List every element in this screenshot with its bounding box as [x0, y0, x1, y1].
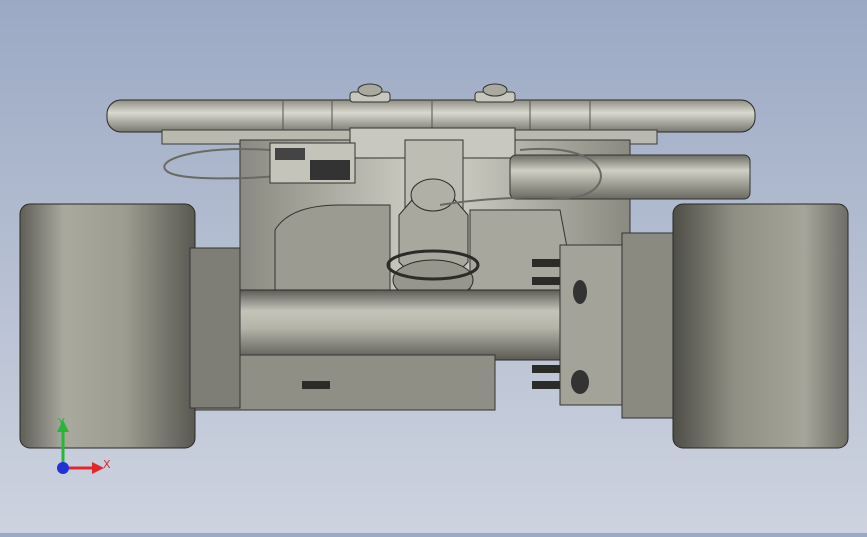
- top-bolt-right: [474, 83, 516, 103]
- cad-viewport[interactable]: Y X: [0, 0, 867, 533]
- y-axis-label: Y: [57, 416, 65, 429]
- z-axis-icon: [57, 462, 69, 474]
- deck-plate: [106, 99, 756, 133]
- x-axis-label: X: [103, 458, 111, 471]
- model-canvas: Y X: [19, 83, 849, 474]
- connector-block: [269, 142, 356, 184]
- wheel-left: [19, 203, 241, 449]
- axle: [189, 289, 586, 361]
- side-rail: [509, 154, 751, 200]
- top-bolt-left: [349, 83, 391, 103]
